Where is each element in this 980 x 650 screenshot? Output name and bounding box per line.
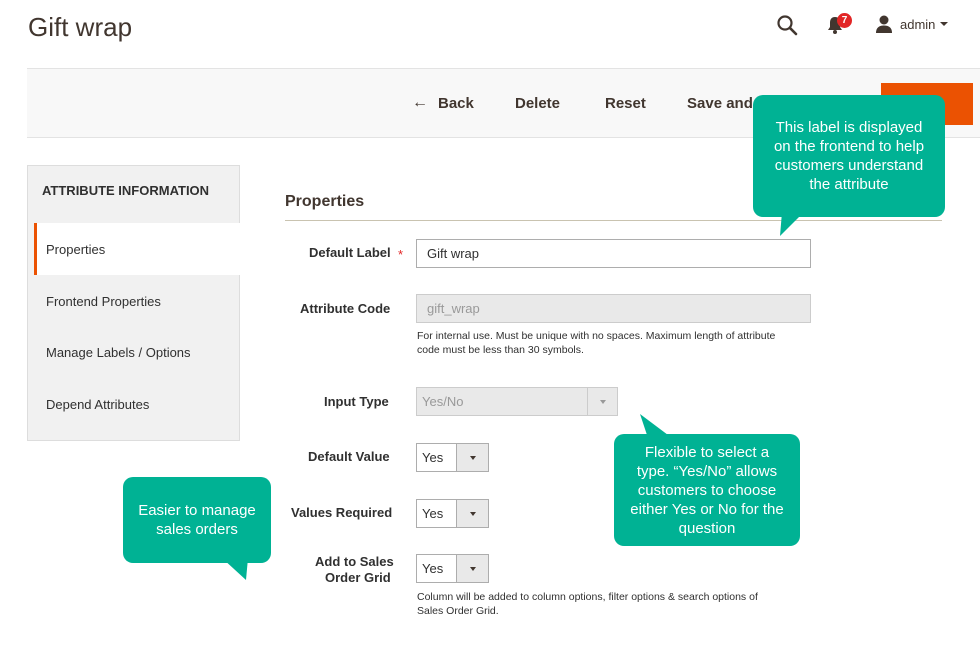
arrow-left-icon[interactable]: ← (412, 94, 428, 112)
callout-line: Flexible to select a (644, 443, 770, 461)
attribute-code-note-line1: For internal use. Must be unique with no… (417, 330, 776, 342)
callout-line: customers understand (774, 157, 924, 174)
callout-line: sales orders (156, 521, 238, 538)
callout-line: type. “Yes/No” allows (636, 462, 778, 480)
section-divider (285, 220, 942, 221)
values-required-value: Yes (422, 506, 444, 521)
sidebar-item-depend-attributes[interactable]: Depend Attributes (46, 397, 149, 412)
page-title: Gift wrap (28, 12, 133, 42)
values-required-label: Values Required (291, 505, 393, 520)
callout-label-help: This label is displayed on the frontend … (753, 95, 945, 217)
sidebar-item-properties-label[interactable]: Properties (46, 242, 105, 257)
admin-user-menu[interactable]: admin (900, 17, 935, 32)
input-type-value: Yes/No (422, 394, 464, 409)
default-value-label: Default Value (308, 449, 390, 464)
chevron-down-icon (469, 566, 476, 571)
attribute-code-note-line2: code must be less than 30 symbols. (417, 344, 584, 356)
callout-line: Easier to manage (138, 502, 256, 519)
callout-tail (222, 558, 248, 580)
chevron-down-icon[interactable] (940, 22, 948, 26)
sales-grid-note-line2: Sales Order Grid. (417, 605, 499, 617)
input-type-label: Input Type (324, 394, 389, 409)
notification-badge[interactable]: 7 (837, 13, 852, 28)
sidebar-item-frontend-properties[interactable]: Frontend Properties (46, 294, 161, 309)
default-value-value: Yes (422, 450, 444, 465)
default-label-label: Default Label (309, 245, 391, 260)
sales-grid-value: Yes (422, 561, 444, 576)
default-value-select[interactable]: Yes (416, 443, 489, 472)
required-marker: * (398, 247, 404, 262)
values-required-select[interactable]: Yes (416, 499, 489, 528)
sidebar-item-manage-labels-options[interactable]: Manage Labels / Options (46, 345, 191, 360)
callout-line: on the frontend to help (773, 138, 925, 155)
callout-tail (780, 212, 804, 236)
attribute-tabs-sidebar: ATTRIBUTE INFORMATION Properties Fronten… (27, 165, 240, 441)
sidebar-title: ATTRIBUTE INFORMATION (42, 183, 210, 198)
attribute-code-input[interactable]: gift_wrap (416, 294, 811, 323)
user-icon[interactable] (874, 14, 894, 34)
callout-input-type-help: Flexible to select a type. “Yes/No” allo… (614, 434, 800, 546)
section-title: Properties (285, 193, 365, 210)
sales-grid-note-line1: Column will be added to column options, … (417, 591, 758, 603)
select-caret (456, 555, 488, 582)
sales-grid-label-line1: Add to Sales (315, 554, 394, 569)
callout-line: either Yes or No for the (630, 500, 784, 518)
callout-line: the attribute (809, 176, 889, 193)
chevron-down-icon (469, 511, 476, 516)
select-caret (456, 444, 488, 471)
input-type-select[interactable]: Yes/No (416, 387, 618, 416)
callout-sales-help: Easier to manage sales orders (123, 477, 271, 563)
sales-grid-select[interactable]: Yes (416, 554, 489, 583)
reset-button[interactable]: Reset (605, 95, 646, 112)
search-icon[interactable] (776, 14, 798, 36)
default-label-input[interactable]: Gift wrap (416, 239, 811, 268)
attribute-code-label: Attribute Code (300, 301, 391, 316)
chevron-down-icon (469, 455, 476, 460)
callout-line: question (678, 519, 736, 537)
back-button[interactable]: Back (438, 95, 474, 112)
callout-tail (640, 414, 672, 438)
chevron-down-icon (599, 399, 606, 404)
sales-grid-label-line2: Order Grid (325, 570, 391, 585)
select-caret (456, 500, 488, 527)
delete-button[interactable]: Delete (515, 95, 560, 112)
callout-line: This label is displayed (775, 119, 923, 136)
select-caret (587, 388, 617, 415)
callout-line: customers to choose (637, 481, 777, 499)
